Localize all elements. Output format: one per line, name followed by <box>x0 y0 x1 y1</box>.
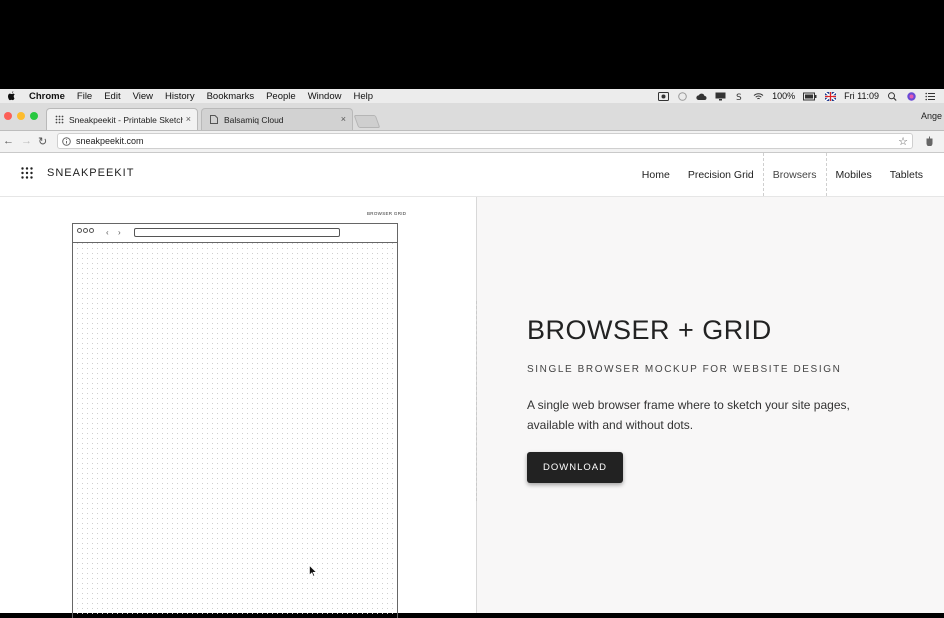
hero-subtitle: SINGLE BROWSER MOCKUP FOR WEBSITE DESIGN <box>527 364 842 375</box>
address-bar[interactable]: sneakpeekit.com ☆ <box>57 133 913 149</box>
mockup-dot-icon <box>83 228 88 233</box>
site-info-icon[interactable] <box>62 136 71 146</box>
siri-icon[interactable] <box>906 91 917 101</box>
mockup-label: BROWSER GRID <box>367 211 407 216</box>
menu-app-chrome[interactable]: Chrome <box>29 91 65 102</box>
menu-file[interactable]: File <box>77 91 92 102</box>
mouse-cursor-icon <box>309 565 317 577</box>
apple-icon[interactable] <box>7 91 17 101</box>
tab-title: Sneakpeekit - Printable Sketch <box>69 114 183 125</box>
tab-balsamiq-cloud[interactable]: Balsamiq Cloud × <box>201 108 353 130</box>
bookmark-star-icon[interactable]: ☆ <box>898 135 908 148</box>
nav-browsers[interactable]: Browsers <box>762 153 827 196</box>
site-logo[interactable]: SNEAKPEEKIT <box>47 167 134 179</box>
battery-icon[interactable] <box>803 92 817 101</box>
nav-tablets[interactable]: Tablets <box>881 153 932 196</box>
nav-precision-grid[interactable]: Precision Grid <box>679 153 763 196</box>
mockup-browser-bar: ‹ › <box>73 224 397 243</box>
grid-menu-icon[interactable] <box>21 167 33 179</box>
nav-home[interactable]: Home <box>633 153 679 196</box>
address-url: sneakpeekit.com <box>76 136 144 146</box>
tab-close-icon[interactable]: × <box>186 114 191 124</box>
browser-mockup-sheet: ‹ › <box>72 223 398 618</box>
mockup-dot-icon <box>77 228 82 233</box>
status-circle-icon[interactable] <box>677 91 688 101</box>
profile-name[interactable]: Ange <box>921 111 942 121</box>
hero-panel: BROWSER + GRID SINGLE BROWSER MOCKUP FOR… <box>477 197 944 613</box>
notification-center-icon[interactable] <box>925 92 936 101</box>
menu-window[interactable]: Window <box>308 91 342 102</box>
browser-toolbar: ← → ↻ sneakpeekit.com ☆ <box>0 131 944 153</box>
site-nav: Home Precision Grid Browsers Mobiles Tab… <box>633 153 932 196</box>
browser-tab-strip: Sneakpeekit - Printable Sketch × Balsami… <box>0 103 944 131</box>
document-favicon-icon <box>210 115 219 124</box>
display-icon[interactable] <box>715 92 726 101</box>
tab-title: Balsamiq Cloud <box>224 114 284 125</box>
extension-icon[interactable] <box>925 136 934 146</box>
back-arrow-icon[interactable]: ← <box>3 135 14 147</box>
tab-close-icon[interactable]: × <box>341 114 346 124</box>
battery-percent: 100% <box>772 91 796 101</box>
window-close-button[interactable] <box>4 112 12 120</box>
menu-bar-clock[interactable]: Fri 11:09 <box>844 91 879 101</box>
menu-bookmarks[interactable]: Bookmarks <box>207 91 255 102</box>
menu-history[interactable]: History <box>165 91 195 102</box>
menu-edit[interactable]: Edit <box>104 91 120 102</box>
skype-icon[interactable]: S <box>734 92 745 101</box>
window-zoom-button[interactable] <box>30 112 38 120</box>
download-button[interactable]: DOWNLOAD <box>527 452 623 483</box>
new-tab-button[interactable] <box>353 115 381 128</box>
spotlight-search-icon[interactable] <box>887 91 898 101</box>
macos-menu-bar: Chrome File Edit View History Bookmarks … <box>0 89 944 103</box>
site-header: SNEAKPEEKIT Home Precision Grid Browsers… <box>0 153 944 197</box>
mockup-url-box <box>134 228 340 237</box>
svg-text:S: S <box>736 93 742 101</box>
mockup-forward-icon: › <box>118 228 121 237</box>
window-minimize-button[interactable] <box>17 112 25 120</box>
uk-flag-icon[interactable] <box>825 91 837 101</box>
tab-sneakpeekit[interactable]: Sneakpeekit - Printable Sketch × <box>46 108 198 130</box>
menu-help[interactable]: Help <box>353 91 373 102</box>
web-page: SNEAKPEEKIT Home Precision Grid Browsers… <box>0 153 944 618</box>
mockup-preview-panel: BROWSER GRID ‹ › <box>0 197 477 618</box>
menu-view[interactable]: View <box>133 91 153 102</box>
cloud-icon[interactable] <box>696 92 707 101</box>
mockup-back-icon: ‹ <box>106 228 109 237</box>
grid-favicon-icon <box>55 115 64 124</box>
mockup-dot-icon <box>89 228 94 233</box>
menu-bar-status-area: S 100% Fri 11:09 <box>658 89 944 103</box>
menu-people[interactable]: People <box>266 91 296 102</box>
screen-record-icon[interactable] <box>658 91 670 101</box>
hero-description: A single web browser frame where to sket… <box>527 398 850 432</box>
forward-arrow-icon[interactable]: → <box>21 135 32 147</box>
wifi-icon[interactable] <box>753 92 764 101</box>
hero-title: BROWSER + GRID <box>527 315 772 345</box>
screen-top-black-area <box>0 0 944 89</box>
reload-icon[interactable]: ↻ <box>38 135 47 148</box>
nav-mobiles[interactable]: Mobiles <box>827 153 881 196</box>
